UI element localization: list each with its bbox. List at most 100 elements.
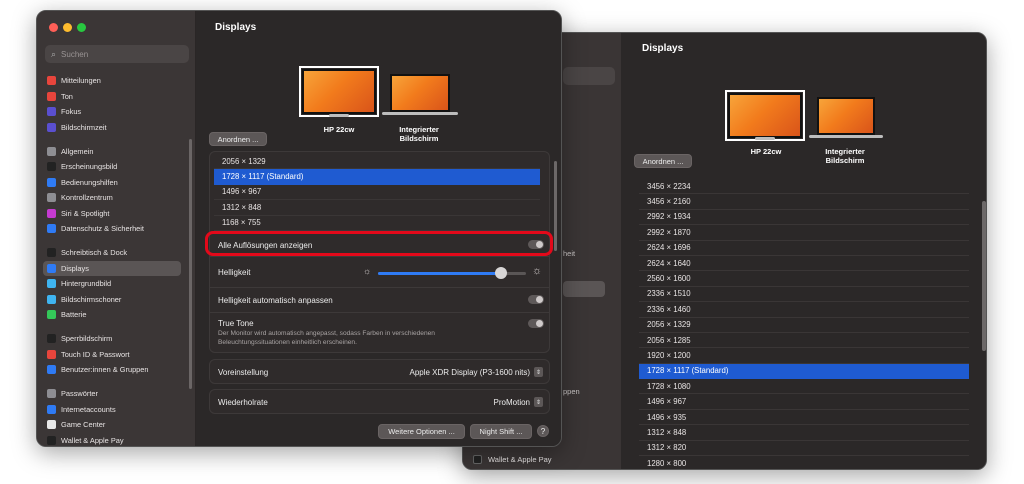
sidebar-item-ton[interactable]: Ton xyxy=(43,89,181,104)
sidebar-item-benutzer-innen-gruppen[interactable]: Benutzer:innen & Gruppen xyxy=(43,362,181,377)
sidebar-item-passw-rter[interactable]: Passwörter xyxy=(43,386,181,401)
sidebar-item-label: Game Center xyxy=(61,420,106,429)
search-icon: ⌕ xyxy=(51,48,57,59)
sidebar-item-kontrollzentrum[interactable]: Kontrollzentrum xyxy=(43,190,181,205)
preset-popup[interactable]: Apple XDR Display (P3-1600 nits) ⇕ xyxy=(410,367,543,377)
sidebar-item-label: Passwörter xyxy=(61,389,98,398)
back-sidebar-item-wallet[interactable]: Wallet & Apple Pay xyxy=(463,449,621,469)
content-scrollbar[interactable] xyxy=(554,161,557,251)
sidebar-scrollbar[interactable] xyxy=(189,139,192,389)
sidebar-item-wallet-apple-pay[interactable]: Wallet & Apple Pay xyxy=(43,433,181,447)
at-icon xyxy=(47,404,56,414)
sidebar-item-fokus[interactable]: Fokus xyxy=(43,104,181,119)
sidebar-item-datenschutz-sicherheit[interactable]: Datenschutz & Sicherheit xyxy=(43,221,181,236)
zoom-window-button[interactable] xyxy=(77,23,86,32)
resolution-option[interactable]: 3456 × 2160 xyxy=(639,194,969,210)
sidebar-item-schreibtisch-dock[interactable]: Schreibtisch & Dock xyxy=(43,245,181,260)
key-icon xyxy=(47,389,56,398)
hourglass-icon xyxy=(47,122,56,132)
sidebar-item-hintergrundbild[interactable]: Hintergrundbild xyxy=(43,276,181,291)
resolution-option[interactable]: 1312 × 848 xyxy=(639,425,969,441)
sidebar-item-bildschirmzeit[interactable]: Bildschirmzeit xyxy=(43,120,181,135)
night-shift-button[interactable]: Night Shift ... xyxy=(470,424,532,439)
sidebar-item-internetaccounts[interactable]: Internetaccounts xyxy=(43,402,181,417)
sidebar-item-game-center[interactable]: Game Center xyxy=(43,417,181,432)
sidebar-item-label: Internetaccounts xyxy=(61,404,116,414)
monitor-builtin-screen[interactable] xyxy=(817,97,875,135)
more-options-button[interactable]: Weitere Optionen ... xyxy=(378,424,465,439)
resolution-option[interactable]: 1312 × 820 xyxy=(639,441,969,457)
resolution-option[interactable]: 2992 × 1934 xyxy=(639,210,969,226)
brightness-label: Helligkeit xyxy=(218,267,251,277)
sidebar-item-touch-id-passwort[interactable]: Touch ID & Passwort xyxy=(43,347,181,362)
back-sidebar-selected-item[interactable] xyxy=(563,281,605,297)
resolution-option[interactable]: 2624 × 1640 xyxy=(639,256,969,272)
monitor-hp-screen[interactable] xyxy=(725,90,805,141)
resolution-option[interactable]: 1496 × 967 xyxy=(639,394,969,410)
sidebar-item-sperrbildschirm[interactable]: Sperrbildschirm xyxy=(43,331,181,346)
sidebar-item-label: Fokus xyxy=(61,107,82,116)
back-content: Displays HP 22cw Integrierter Bildschirm… xyxy=(621,33,986,469)
monitor-hp-screen[interactable] xyxy=(299,66,379,117)
sidebar-item-bedienungshilfen[interactable]: Bedienungshilfen xyxy=(43,175,181,190)
auto-brightness-toggle[interactable] xyxy=(528,295,544,304)
lock-screen-icon xyxy=(47,334,56,343)
resolution-option[interactable]: 2336 × 1460 xyxy=(639,302,969,318)
sidebar-item-bildschirmschoner[interactable]: Bildschirmschoner xyxy=(43,292,181,307)
resolution-option[interactable]: 1728 × 1080 xyxy=(639,379,969,395)
resolution-option[interactable]: 3456 × 2234 xyxy=(639,179,969,195)
close-window-button[interactable] xyxy=(49,23,58,32)
resolution-option[interactable]: 2560 × 1600 xyxy=(639,271,969,287)
refresh-rate-popup[interactable]: ProMotion ⇕ xyxy=(494,397,543,407)
auto-brightness-row[interactable]: Helligkeit automatisch anpassen xyxy=(210,292,549,308)
search-input[interactable]: ⌕ Suchen xyxy=(45,45,189,63)
true-tone-description: Der Monitor wird automatisch angepasst, … xyxy=(218,330,435,346)
sidebar-item-displays[interactable]: Displays xyxy=(43,260,181,276)
sidebar-item-label: Sperrbildschirm xyxy=(61,334,113,343)
help-button[interactable]: ? xyxy=(537,425,549,437)
main-content: Displays HP 22cw Integrierter Bildschirm… xyxy=(196,11,561,446)
resolution-option[interactable]: 2336 × 1510 xyxy=(639,287,969,303)
resolution-option[interactable]: 1728 × 1117 (Standard) xyxy=(214,169,540,185)
resolution-option[interactable]: 2056 × 1329 xyxy=(214,154,540,170)
resolution-option[interactable]: 1920 × 1200 xyxy=(639,348,969,364)
true-tone-row[interactable]: True Tone xyxy=(210,317,549,330)
resolution-list[interactable]: 2056 × 1329 1728 × 1117 (Standard) 1496 × … xyxy=(210,154,540,231)
sidebar-item-erscheinungsbild[interactable]: Erscheinungsbild xyxy=(43,159,181,174)
resolution-option[interactable]: 1496 × 935 xyxy=(639,410,969,426)
monitor-builtin-screen[interactable] xyxy=(390,74,450,112)
back-search-input[interactable] xyxy=(563,67,615,85)
sun-small-icon: ☼ xyxy=(363,266,372,276)
resolution-scrollbar[interactable] xyxy=(982,201,986,351)
minimize-window-button[interactable] xyxy=(63,23,72,32)
sidebar-item-label: Wallet & Apple Pay xyxy=(61,435,124,445)
brightness-slider-knob[interactable] xyxy=(494,267,507,279)
resolution-option[interactable]: 1496 × 967 xyxy=(214,185,540,201)
resolution-option[interactable]: 2056 × 1285 xyxy=(639,333,969,349)
sidebar-item-label: Bedienungshilfen xyxy=(61,177,118,187)
resolution-list[interactable]: 3456 × 2234 3456 × 2160 2992 × 1934 2992 × … xyxy=(639,179,969,469)
sidebar-item-label: Touch ID & Passwort xyxy=(61,349,130,359)
sidebar-item-siri-spotlight[interactable]: Siri & Spotlight xyxy=(43,206,181,221)
arrange-button[interactable]: Anordnen ... xyxy=(634,154,692,168)
sidebar-item-label: Schreibtisch & Dock xyxy=(61,248,128,257)
preset-panel[interactable]: Voreinstellung Apple XDR Display (P3-160… xyxy=(209,359,550,384)
sidebar-item-label: Bildschirmschoner xyxy=(61,294,122,304)
monitor-builtin-label: Integrierter Bildschirm xyxy=(825,147,865,165)
resolution-option[interactable]: 1280 × 800 xyxy=(639,456,969,469)
arrange-button[interactable]: Anordnen ... xyxy=(209,132,267,146)
sidebar-item-allgemein[interactable]: Allgemein xyxy=(43,144,181,159)
sidebar-item-label: Batterie xyxy=(61,310,87,319)
refresh-rate-panel[interactable]: Wiederholrate ProMotion ⇕ xyxy=(209,389,550,414)
true-tone-toggle[interactable] xyxy=(528,319,544,328)
sidebar-item-mitteilungen[interactable]: Mitteilungen xyxy=(43,73,181,88)
resolution-option[interactable]: 1168 × 755 xyxy=(214,216,540,231)
resolution-option[interactable]: 1312 × 848 xyxy=(214,200,540,216)
resolution-option[interactable]: 1728 × 1117 (Standard) xyxy=(639,363,969,380)
accessibility-icon xyxy=(47,177,56,187)
sidebar-item-batterie[interactable]: Batterie xyxy=(43,307,181,322)
resolution-option[interactable]: 2992 × 1870 xyxy=(639,225,969,241)
divider xyxy=(210,312,549,313)
resolution-option[interactable]: 2056 × 1329 xyxy=(639,318,969,333)
resolution-option[interactable]: 2624 × 1696 xyxy=(639,241,969,256)
